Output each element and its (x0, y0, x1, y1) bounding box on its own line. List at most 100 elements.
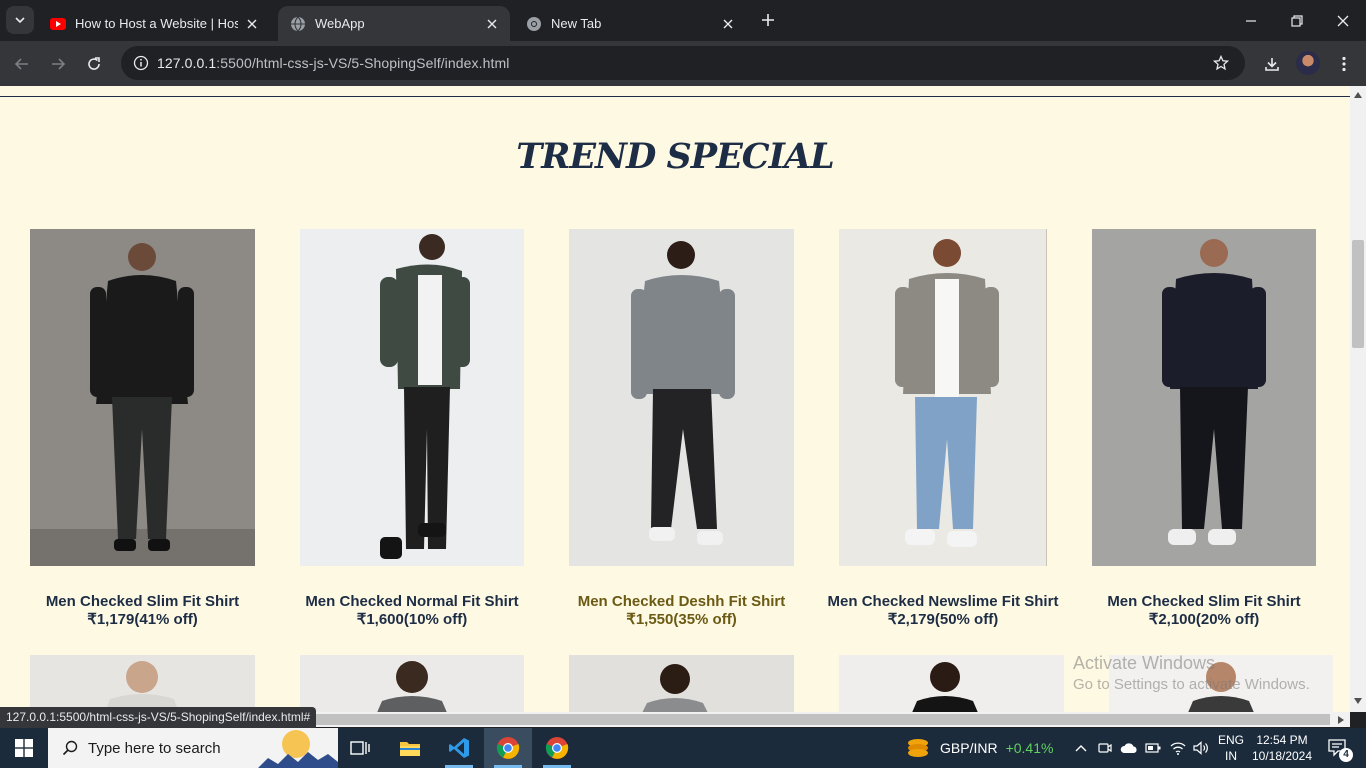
tab-youtube[interactable]: How to Host a Website | Hostin (38, 6, 270, 41)
battery-button[interactable] (1142, 728, 1164, 768)
address-bar[interactable]: 127.0.0.1:5500/html-css-js-VS/5-ShopingS… (121, 46, 1245, 80)
chrome-icon (526, 16, 542, 32)
arrow-right-icon (52, 58, 66, 70)
start-button[interactable] (0, 728, 48, 768)
scroll-down-arrow-icon[interactable] (1354, 698, 1362, 704)
scrollbar-thumb[interactable] (1352, 240, 1364, 348)
new-tab-button[interactable] (756, 8, 780, 32)
scrollbar-thumb[interactable] (306, 714, 1330, 725)
product-image[interactable] (300, 229, 524, 566)
task-view-button[interactable] (336, 728, 384, 768)
forward-button[interactable] (43, 49, 73, 79)
system-clock[interactable]: 12:54 PM 10/18/2024 (1250, 732, 1314, 764)
currency-ticker[interactable]: GBP/INR +0.41% (906, 728, 1053, 768)
input-language-button[interactable]: ENG IN (1214, 732, 1248, 764)
notification-count: 4 (1339, 748, 1353, 762)
network-button[interactable] (1166, 728, 1190, 768)
vscode-button[interactable] (435, 728, 483, 768)
product-image[interactable] (1092, 229, 1316, 566)
tab-webapp[interactable]: WebApp (278, 6, 510, 41)
product-name[interactable]: Men Checked Slim Fit Shirt (1090, 593, 1318, 610)
product-image[interactable] (569, 655, 794, 712)
product-name[interactable]: Men Checked Slim Fit Shirt (28, 593, 257, 610)
close-icon[interactable] (720, 16, 736, 32)
page-viewport: TREND SPECIAL Men Checked Slim Fit Shirt… (0, 86, 1350, 712)
scroll-right-arrow-icon[interactable] (1338, 716, 1344, 724)
vertical-scrollbar[interactable] (1350, 86, 1366, 712)
downloads-button[interactable] (1257, 49, 1287, 79)
search-highlight-illustration-icon (258, 730, 338, 768)
search-icon (62, 740, 78, 756)
youtube-icon (50, 16, 66, 32)
speaker-icon (1193, 741, 1208, 755)
minimize-button[interactable] (1228, 0, 1274, 41)
chevron-down-icon (15, 17, 25, 24)
onedrive-button[interactable] (1117, 728, 1141, 768)
close-window-button[interactable] (1320, 0, 1366, 41)
clock-time: 12:54 PM (1256, 733, 1308, 747)
menu-button[interactable] (1329, 49, 1359, 79)
product-price: ₹1,600(10% off) (356, 611, 468, 628)
taskbar-search-box[interactable]: Type here to search (48, 728, 338, 768)
tab-title: New Tab (551, 16, 602, 31)
product-image[interactable] (300, 655, 524, 712)
product-image[interactable] (30, 229, 255, 566)
product-image[interactable] (569, 229, 794, 566)
product-name[interactable]: Men Checked Normal Fit Shirt (298, 593, 526, 610)
volume-button[interactable] (1190, 728, 1212, 768)
section-title: TREND SPECIAL (516, 136, 835, 177)
windows-logo-icon (15, 739, 33, 757)
clock-date: 10/18/2024 (1251, 749, 1313, 763)
site-info-icon[interactable] (129, 51, 153, 75)
camera-icon (1098, 743, 1112, 753)
product-image[interactable] (839, 655, 1064, 712)
tab-new-tab[interactable]: New Tab (514, 6, 746, 41)
chrome-taskbar-button[interactable] (533, 728, 581, 768)
product-image[interactable] (839, 229, 1047, 566)
download-icon (1265, 58, 1279, 71)
browser-toolbar: 127.0.0.1:5500/html-css-js-VS/5-ShopingS… (0, 41, 1366, 86)
watermark-subtitle: Go to Settings to activate Windows. (1073, 676, 1310, 693)
chrome-icon (496, 737, 520, 759)
address-url: 127.0.0.1:5500/html-css-js-VS/5-ShopingS… (157, 55, 509, 71)
divider (0, 96, 1350, 97)
reload-button[interactable] (79, 49, 109, 79)
battery-icon (1145, 743, 1161, 753)
meet-now-button[interactable] (1094, 728, 1116, 768)
file-explorer-button[interactable] (386, 728, 434, 768)
chrome-taskbar-button-active[interactable] (484, 728, 532, 768)
currency-coins-icon (908, 739, 928, 757)
ticker-symbol: GBP/INR (940, 740, 998, 756)
close-icon[interactable] (484, 16, 500, 32)
product-price: ₹2,100(20% off) (1148, 611, 1260, 628)
back-button[interactable] (7, 49, 37, 79)
region-code: IN (1225, 749, 1237, 763)
language-code: ENG (1217, 733, 1244, 747)
bookmark-star-icon[interactable] (1209, 51, 1233, 75)
ticker-change: +0.41% (1005, 740, 1054, 756)
close-icon[interactable] (244, 16, 260, 32)
tab-search-button[interactable] (6, 6, 34, 34)
restore-icon (1291, 14, 1303, 27)
product-name[interactable]: Men Checked Newslime Fit Shirt (815, 593, 1071, 610)
globe-icon (290, 16, 306, 32)
activate-windows-watermark: Activate Windows Go to Settings to activ… (1073, 652, 1310, 696)
cloud-icon (1120, 743, 1137, 753)
show-hidden-icons-button[interactable] (1070, 728, 1092, 768)
arrow-left-icon (14, 58, 28, 70)
tab-title: WebApp (315, 16, 365, 31)
wifi-icon (1170, 742, 1186, 755)
search-placeholder: Type here to search (88, 739, 221, 757)
profile-avatar[interactable] (1296, 51, 1320, 75)
product-image[interactable] (30, 655, 255, 712)
task-view-icon (350, 741, 370, 755)
restore-button[interactable] (1274, 0, 1320, 41)
scroll-up-arrow-icon[interactable] (1354, 92, 1362, 98)
minimize-icon (1246, 19, 1256, 22)
watermark-title: Activate Windows (1073, 653, 1216, 673)
url-host: 127.0.0.1 (157, 55, 217, 71)
product-name[interactable]: Men Checked Deshh Fit Shirt (567, 593, 796, 610)
notification-center-button[interactable]: 4 (1318, 728, 1358, 768)
windows-taskbar: Type here to search GBP/INR +0.41% ENG I… (0, 728, 1366, 768)
tab-title: How to Host a Website | Hostin (75, 16, 238, 31)
